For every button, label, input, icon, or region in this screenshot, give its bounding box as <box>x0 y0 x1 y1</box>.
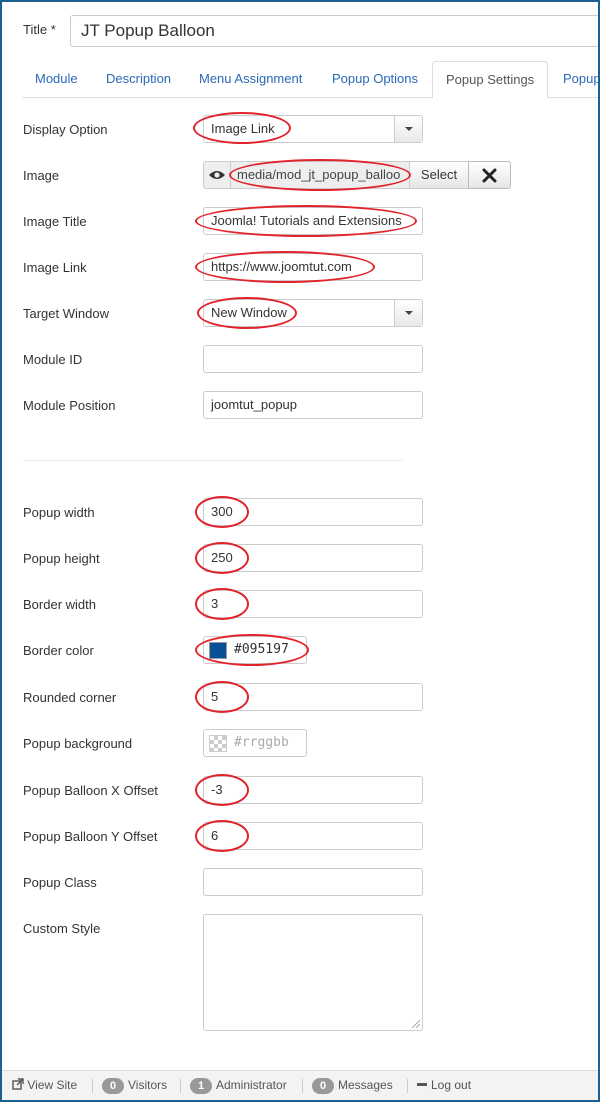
border-color-picker[interactable]: #095197 <box>203 636 307 664</box>
title-input[interactable]: JT Popup Balloon <box>70 15 600 47</box>
target-window-value: New Window <box>211 305 287 320</box>
row-border-width: Border width 3 <box>23 590 583 620</box>
tab-menu-assignment[interactable]: Menu Assignment <box>186 61 315 98</box>
close-icon <box>482 168 497 183</box>
display-option-value: Image Link <box>211 121 275 136</box>
popup-background-value: #rrggbb <box>234 735 289 750</box>
row-image-title: Image Title Joomla! Tutorials and Extens… <box>23 207 583 237</box>
x-offset-label: Popup Balloon X Offset <box>23 783 158 798</box>
row-rounded-corner: Rounded corner 5 <box>23 683 583 713</box>
eye-icon <box>209 171 225 179</box>
display-option-dropdown-button[interactable] <box>394 116 422 142</box>
section-divider <box>23 460 403 461</box>
messages-indicator[interactable]: 0 Messages <box>312 1078 393 1094</box>
view-site-link[interactable]: View Site <box>12 1078 77 1092</box>
row-border-color: Border color #095197 <box>23 636 583 666</box>
border-color-label: Border color <box>23 643 94 658</box>
row-image-link: Image Link https://www.joomtut.com <box>23 253 583 283</box>
custom-style-label: Custom Style <box>23 921 101 936</box>
target-window-label: Target Window <box>23 306 109 321</box>
image-select-button[interactable]: Select <box>409 161 469 189</box>
tab-popup[interactable]: Popup <box>550 61 600 98</box>
visitors-count: 0 <box>102 1078 124 1094</box>
popup-background-picker[interactable]: #rrggbb <box>203 729 307 757</box>
row-target-window: Target Window New Window <box>23 299 583 329</box>
messages-count: 0 <box>312 1078 334 1094</box>
divider <box>180 1079 181 1093</box>
module-id-input[interactable] <box>203 345 423 373</box>
image-path-input[interactable]: media/mod_jt_popup_balloo <box>230 161 410 189</box>
x-offset-input[interactable]: -3 <box>203 776 423 804</box>
display-option-select[interactable]: Image Link <box>203 115 423 143</box>
divider <box>302 1079 303 1093</box>
rounded-corner-input[interactable]: 5 <box>203 683 423 711</box>
border-width-label: Border width <box>23 597 96 612</box>
module-position-label: Module Position <box>23 398 116 413</box>
messages-label: Messages <box>338 1078 393 1092</box>
module-id-label: Module ID <box>23 352 83 367</box>
tab-description[interactable]: Description <box>93 61 184 98</box>
image-link-input[interactable]: https://www.joomtut.com <box>203 253 423 281</box>
logout-link[interactable]: Log out <box>417 1078 471 1092</box>
target-window-dropdown-button[interactable] <box>394 300 422 326</box>
row-display-option: Display Option Image Link <box>23 115 583 145</box>
tab-popup-options[interactable]: Popup Options <box>319 61 431 98</box>
y-offset-label: Popup Balloon Y Offset <box>23 829 158 844</box>
administrator-indicator[interactable]: 1 Administrator <box>190 1078 287 1094</box>
administrator-label: Administrator <box>216 1078 287 1092</box>
image-link-label: Image Link <box>23 260 87 275</box>
module-position-input[interactable]: joomtut_popup <box>203 391 423 419</box>
row-custom-style: Custom Style <box>23 914 583 1034</box>
visitors-indicator[interactable]: 0 Visitors <box>102 1078 167 1094</box>
rounded-corner-label: Rounded corner <box>23 690 117 705</box>
image-preview-button[interactable] <box>203 161 231 189</box>
visitors-label: Visitors <box>128 1078 168 1092</box>
row-y-offset: Popup Balloon Y Offset 6 <box>23 822 583 852</box>
border-color-swatch[interactable] <box>209 642 227 659</box>
popup-width-label: Popup width <box>23 505 95 520</box>
logout-label: Log out <box>431 1078 472 1092</box>
popup-background-swatch[interactable] <box>209 735 227 752</box>
popup-height-label: Popup height <box>23 551 100 566</box>
title-label: Title * <box>23 22 56 37</box>
row-module-id: Module ID <box>23 345 583 375</box>
divider <box>407 1079 408 1093</box>
custom-style-textarea[interactable] <box>203 914 423 1031</box>
image-clear-button[interactable] <box>468 161 511 189</box>
row-popup-height: Popup height 250 <box>23 544 583 574</box>
image-title-input[interactable]: Joomla! Tutorials and Extensions <box>203 207 423 235</box>
popup-width-input[interactable]: 300 <box>203 498 423 526</box>
row-module-position: Module Position joomtut_popup <box>23 391 583 421</box>
administrator-count: 1 <box>190 1078 212 1094</box>
popup-class-label: Popup Class <box>23 875 97 890</box>
minus-icon <box>417 1083 427 1086</box>
row-popup-width: Popup width 300 <box>23 498 583 528</box>
display-option-label: Display Option <box>23 122 108 137</box>
divider <box>92 1079 93 1093</box>
tab-bar: Module Description Menu Assignment Popup… <box>22 61 600 99</box>
y-offset-input[interactable]: 6 <box>203 822 423 850</box>
external-link-icon <box>12 1078 24 1090</box>
chevron-down-icon <box>405 127 413 131</box>
resize-grip-icon[interactable] <box>412 1020 420 1028</box>
row-popup-class: Popup Class <box>23 868 583 898</box>
border-color-value: #095197 <box>234 642 289 657</box>
status-bar: View Site 0 Visitors 1 Administrator 0 Mess… <box>2 1070 598 1100</box>
image-label: Image <box>23 168 60 183</box>
border-width-input[interactable]: 3 <box>203 590 423 618</box>
row-popup-background: Popup background #rrggbb <box>23 729 583 759</box>
popup-class-input[interactable] <box>203 868 423 896</box>
row-image: Image media/mod_jt_popup_balloo Select <box>23 161 583 191</box>
tab-popup-settings[interactable]: Popup Settings <box>432 61 549 99</box>
view-site-label: View Site <box>27 1078 78 1092</box>
image-media-field: media/mod_jt_popup_balloo Select <box>203 161 511 189</box>
row-x-offset: Popup Balloon X Offset -3 <box>23 776 583 806</box>
popup-height-input[interactable]: 250 <box>203 544 423 572</box>
chevron-down-icon <box>405 311 413 315</box>
tab-module[interactable]: Module <box>22 61 91 98</box>
target-window-select[interactable]: New Window <box>203 299 423 327</box>
popup-background-label: Popup background <box>23 736 133 751</box>
image-title-label: Image Title <box>23 214 87 229</box>
